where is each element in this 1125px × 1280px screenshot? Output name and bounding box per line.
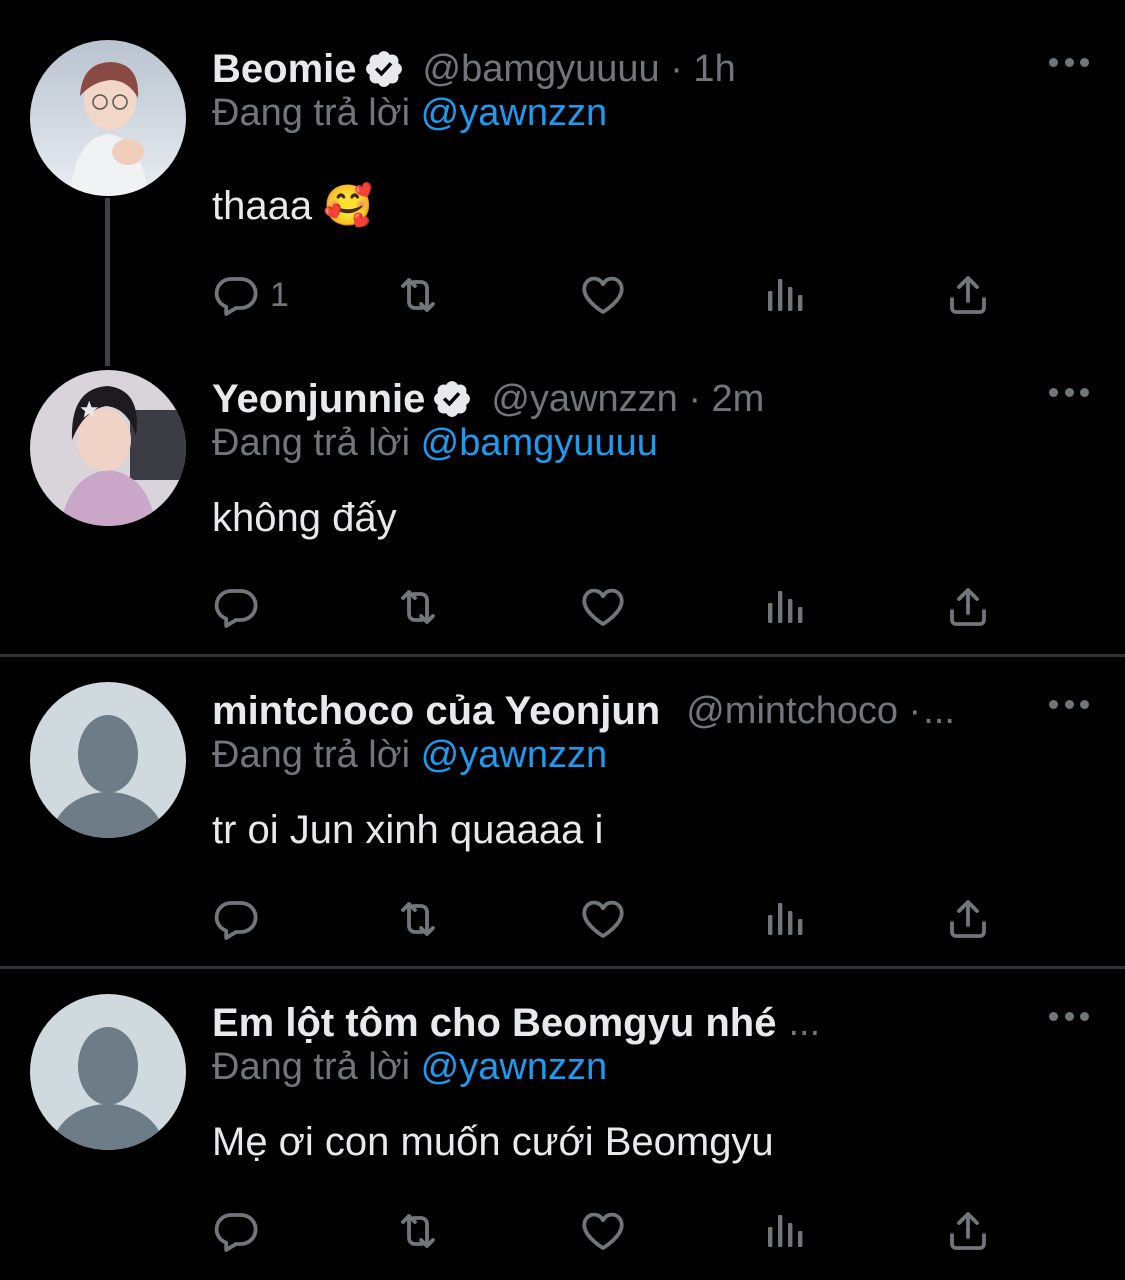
truncation-ellipsis: ... xyxy=(788,1001,821,1044)
heart-icon xyxy=(579,271,627,319)
replying-to: Đang trả lời @yawnzzn xyxy=(212,734,607,777)
mention-link[interactable]: @yawnzzn xyxy=(421,92,607,134)
reply-icon xyxy=(212,271,260,319)
retweet-button[interactable] xyxy=(394,270,442,320)
views-icon xyxy=(762,271,810,319)
tweet-header: mintchoco của Yeonjun @mintchoco · ... xyxy=(212,682,1025,740)
tweet-mintchoco[interactable]: mintchoco của Yeonjun @mintchoco · ... Đ… xyxy=(0,682,1125,952)
like-button[interactable] xyxy=(579,894,627,944)
like-button[interactable] xyxy=(579,270,627,320)
replying-to-label: Đang trả lời xyxy=(212,92,421,134)
views-icon xyxy=(762,1207,810,1255)
retweet-icon xyxy=(394,1207,442,1255)
tweet-text: tr oi Jun xinh quaaaa i xyxy=(212,808,604,852)
heart-icon xyxy=(579,1207,627,1255)
display-name[interactable]: Yeonjunnie xyxy=(212,377,425,422)
retweet-icon xyxy=(394,583,442,631)
action-bar xyxy=(212,1206,1002,1256)
share-icon xyxy=(944,271,992,319)
divider xyxy=(0,966,1125,969)
reply-button[interactable] xyxy=(212,1206,260,1256)
reply-icon xyxy=(212,583,260,631)
share-icon xyxy=(944,583,992,631)
replying-to-label: Đang trả lời xyxy=(212,734,421,776)
share-button[interactable] xyxy=(944,270,992,320)
action-bar: 1 xyxy=(212,270,1002,320)
display-name[interactable]: Em lột tôm cho Beomgyu nhé xyxy=(212,1001,776,1046)
tweet-header: Em lột tôm cho Beomgyu nhé ... xyxy=(212,994,1025,1052)
share-button[interactable] xyxy=(944,1206,992,1256)
heart-icon xyxy=(579,895,627,943)
replying-to: Đang trả lời @yawnzzn xyxy=(212,92,607,135)
reply-icon xyxy=(212,1207,260,1255)
divider xyxy=(0,654,1125,657)
tweet-text: Mẹ ơi con muốn cưới Beomgyu xyxy=(212,1120,774,1164)
share-icon xyxy=(944,1207,992,1255)
avatar-photo xyxy=(30,370,186,526)
action-bar xyxy=(212,582,1002,632)
display-name[interactable]: mintchoco của Yeonjun xyxy=(212,689,660,734)
truncation-ellipsis: ... xyxy=(923,689,955,732)
reply-button[interactable] xyxy=(212,894,260,944)
retweet-button[interactable] xyxy=(394,1206,442,1256)
replying-to-label: Đang trả lời xyxy=(212,1046,421,1088)
views-icon xyxy=(762,583,810,631)
views-button[interactable] xyxy=(762,270,810,320)
views-button[interactable] xyxy=(762,1206,810,1256)
retweet-icon xyxy=(394,895,442,943)
handle-and-time[interactable]: @mintchoco · xyxy=(686,690,921,733)
display-name[interactable]: Beomie xyxy=(212,47,357,92)
tweet-header: Yeonjunnie @yawnzzn · 2m xyxy=(212,370,1025,428)
share-button[interactable] xyxy=(944,582,992,632)
avatar-photo xyxy=(30,40,186,196)
default-avatar-icon[interactable] xyxy=(30,994,186,1150)
tweet-em-lot-tom[interactable]: Em lột tôm cho Beomgyu nhé ... Đang trả … xyxy=(0,994,1125,1264)
more-icon[interactable] xyxy=(1049,52,1089,72)
handle-and-time[interactable]: @bamgyuuuu · 1h xyxy=(423,48,736,91)
more-icon[interactable] xyxy=(1049,694,1089,714)
replying-to: Đang trả lời @bamgyuuuu xyxy=(212,422,658,465)
share-icon xyxy=(944,895,992,943)
retweet-button[interactable] xyxy=(394,894,442,944)
mention-link[interactable]: @bamgyuuuu xyxy=(421,422,658,464)
reply-button[interactable]: 1 xyxy=(212,270,289,320)
more-icon[interactable] xyxy=(1049,1006,1089,1026)
retweet-icon xyxy=(394,271,442,319)
tweet-beomie[interactable]: Beomie @bamgyuuuu · 1h Đang trả lời @yaw… xyxy=(0,40,1125,330)
retweet-button[interactable] xyxy=(394,582,442,632)
views-button[interactable] xyxy=(762,582,810,632)
share-button[interactable] xyxy=(944,894,992,944)
replying-to: Đang trả lời @yawnzzn xyxy=(212,1046,607,1089)
mention-link[interactable]: @yawnzzn xyxy=(421,734,607,776)
views-button[interactable] xyxy=(762,894,810,944)
avatar[interactable] xyxy=(30,370,186,526)
avatar[interactable] xyxy=(30,40,186,196)
tweet-header: Beomie @bamgyuuuu · 1h xyxy=(212,40,1025,98)
views-icon xyxy=(762,895,810,943)
like-button[interactable] xyxy=(579,1206,627,1256)
tweet-yeonjunnie[interactable]: Yeonjunnie @yawnzzn · 2m Đang trả lời @b… xyxy=(0,370,1125,640)
reply-count: 1 xyxy=(270,275,289,314)
heart-icon xyxy=(579,583,627,631)
reply-button[interactable] xyxy=(212,582,260,632)
verified-badge-icon xyxy=(431,378,473,420)
action-bar xyxy=(212,894,1002,944)
like-button[interactable] xyxy=(579,582,627,632)
tweet-text: thaaa 🥰 xyxy=(212,184,374,228)
verified-badge-icon xyxy=(363,48,405,90)
replying-to-label: Đang trả lời xyxy=(212,422,421,464)
handle-and-time[interactable]: @yawnzzn · 2m xyxy=(491,378,764,421)
reply-icon xyxy=(212,895,260,943)
mention-link[interactable]: @yawnzzn xyxy=(421,1046,607,1088)
default-avatar-icon[interactable] xyxy=(30,682,186,838)
more-icon[interactable] xyxy=(1049,382,1089,402)
tweet-text: không đấy xyxy=(212,496,397,540)
